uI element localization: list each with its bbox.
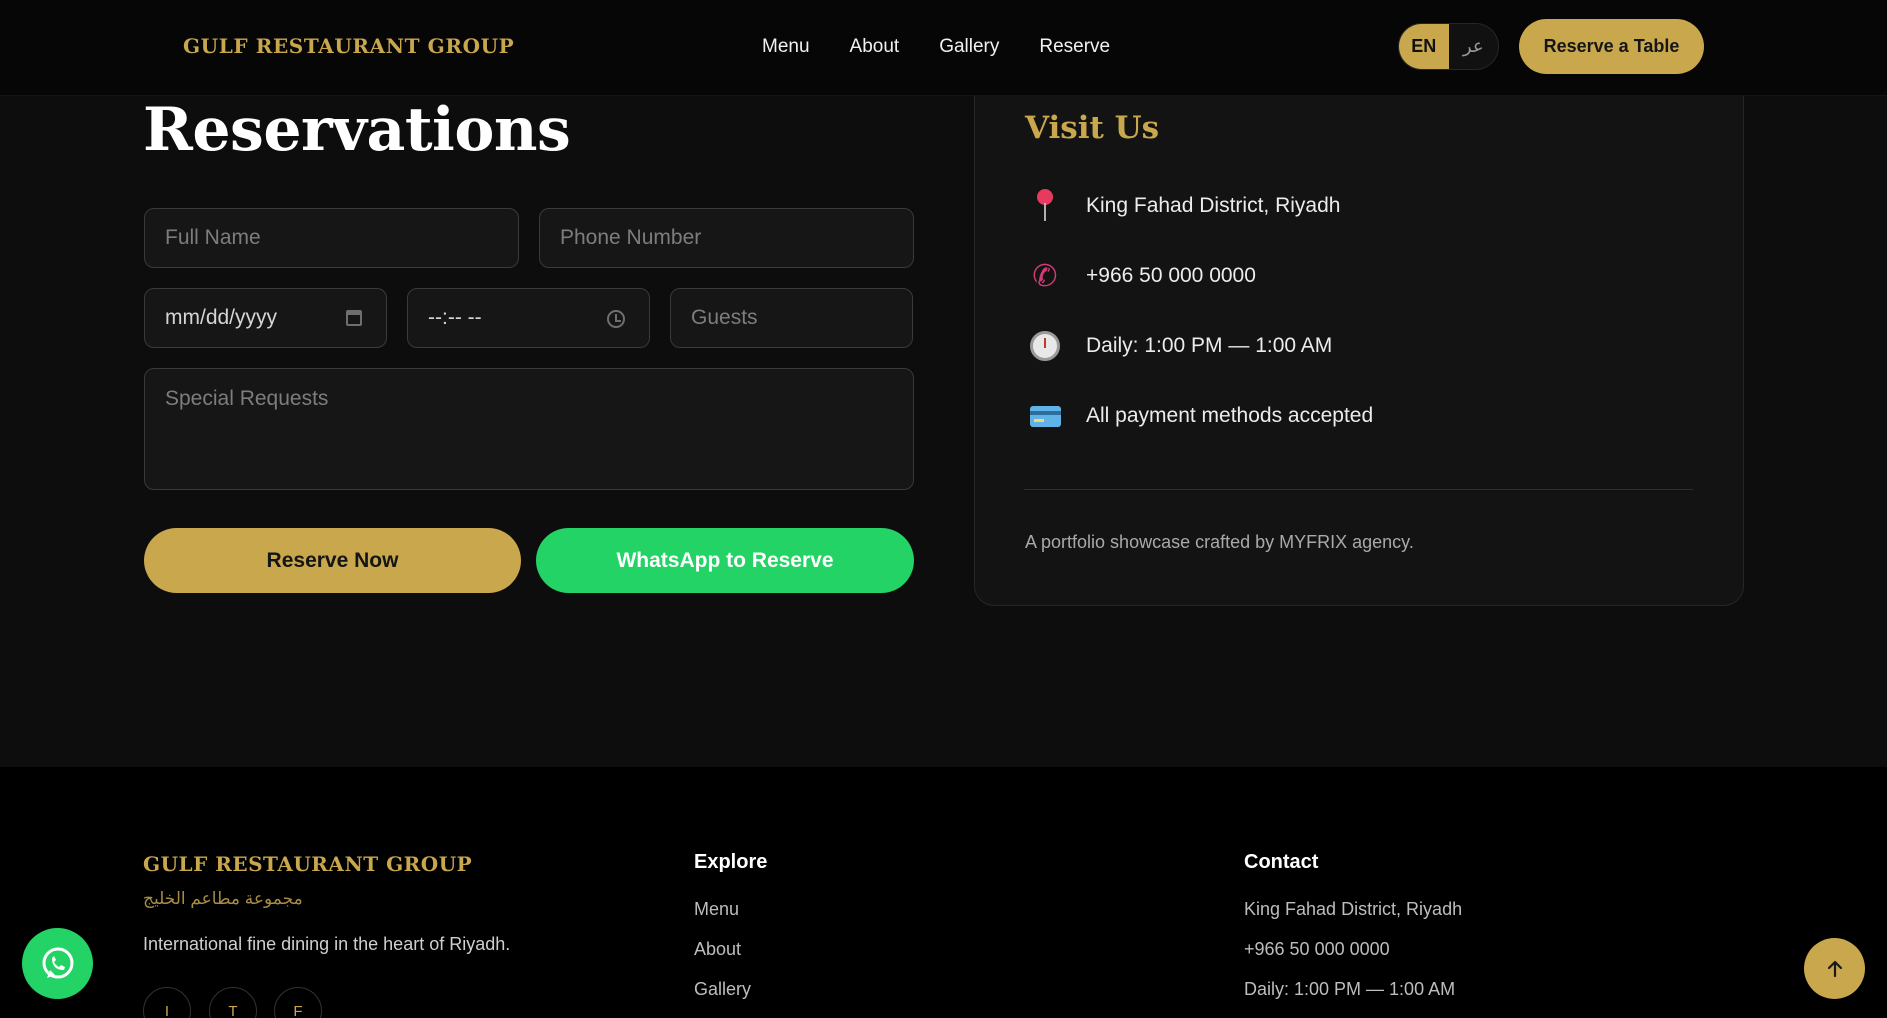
address-row: King Fahad District, Riyadh <box>1024 186 1340 226</box>
full-name-placeholder: Full Name <box>165 226 261 249</box>
lang-ar-button[interactable]: عر <box>1449 24 1499 69</box>
footer-tagline: International fine dining in the heart o… <box>143 934 511 954</box>
hours-row: Daily: 1:00 PM — 1:00 AM <box>1024 326 1332 366</box>
reserve-table-button[interactable]: Reserve a Table <box>1519 19 1704 74</box>
page-title: Reservations <box>143 95 571 165</box>
divider <box>1024 489 1693 490</box>
nav-link-gallery[interactable]: Gallery <box>939 36 999 58</box>
footer-explore-heading: Explore <box>694 851 768 873</box>
date-input[interactable]: mm/dd/yyyy <box>144 288 387 348</box>
guests-placeholder: Guests <box>691 306 758 329</box>
full-name-input[interactable]: Full Name <box>144 208 519 268</box>
visit-us-title: Visit Us <box>1025 110 1160 146</box>
footer-contact-address: King Fahad District, Riyadh <box>1244 899 1463 919</box>
pin-icon <box>1024 186 1066 226</box>
calendar-icon[interactable] <box>346 310 362 326</box>
time-value: --:-- -- <box>428 306 482 329</box>
time-input[interactable]: --:-- -- <box>407 288 650 348</box>
main-nav: Menu About Gallery Reserve <box>762 36 1110 58</box>
footer-brand[interactable]: GULF RESTAURANT GROUP <box>143 852 472 876</box>
footer-contact-hours: Daily: 1:00 PM — 1:00 AM <box>1244 979 1456 999</box>
language-switcher: EN عر <box>1398 23 1499 70</box>
nav-link-menu[interactable]: Menu <box>762 36 810 58</box>
whatsapp-float-button[interactable] <box>22 928 93 999</box>
arrow-up-icon <box>1827 960 1842 977</box>
footer-contact-heading: Contact <box>1244 851 1319 873</box>
brand-logo[interactable]: GULF RESTAURANT GROUP <box>183 34 514 58</box>
site-header: GULF RESTAURANT GROUP Menu About Gallery… <box>0 0 1887 96</box>
address-text: King Fahad District, Riyadh <box>1086 194 1341 217</box>
date-value: mm/dd/yyyy <box>165 306 278 329</box>
footer-link-about[interactable]: About <box>694 939 741 960</box>
phone-icon: ✆ <box>1032 259 1058 293</box>
footer-link-menu[interactable]: Menu <box>694 899 739 920</box>
phone-row: ✆ +966 50 000 0000 <box>1024 256 1256 296</box>
credit-card-icon <box>1024 396 1066 436</box>
reserve-now-button[interactable]: Reserve Now <box>144 528 521 593</box>
hours-text: Daily: 1:00 PM — 1:00 AM <box>1086 334 1333 357</box>
payment-text: All payment methods accepted <box>1086 404 1374 427</box>
footer-link-gallery[interactable]: Gallery <box>694 979 751 1000</box>
footer-contact-phone[interactable]: +966 50 000 0000 <box>1244 939 1390 960</box>
phone-text[interactable]: +966 50 000 0000 <box>1086 264 1256 288</box>
footer-brand-arabic: مجموعة مطاعم الخليج <box>143 889 303 908</box>
guests-input[interactable]: Guests <box>670 288 913 348</box>
agency-credit: A portfolio showcase crafted by MYFRIX a… <box>1025 532 1414 552</box>
special-requests-placeholder: Special Requests <box>165 387 329 410</box>
phone-input[interactable]: Phone Number <box>539 208 914 268</box>
nav-link-about[interactable]: About <box>850 36 900 58</box>
lang-en-button[interactable]: EN <box>1399 24 1449 69</box>
nav-link-reserve[interactable]: Reserve <box>1039 36 1110 58</box>
clock-icon <box>1024 326 1066 366</box>
clock-icon[interactable] <box>607 310 625 328</box>
whatsapp-reserve-button[interactable]: WhatsApp to Reserve <box>536 528 914 593</box>
phone-placeholder: Phone Number <box>560 226 702 249</box>
whatsapp-icon <box>42 947 73 978</box>
payment-row: All payment methods accepted <box>1024 396 1373 436</box>
special-requests-textarea[interactable]: Special Requests <box>144 368 914 490</box>
back-to-top-button[interactable] <box>1804 938 1865 999</box>
